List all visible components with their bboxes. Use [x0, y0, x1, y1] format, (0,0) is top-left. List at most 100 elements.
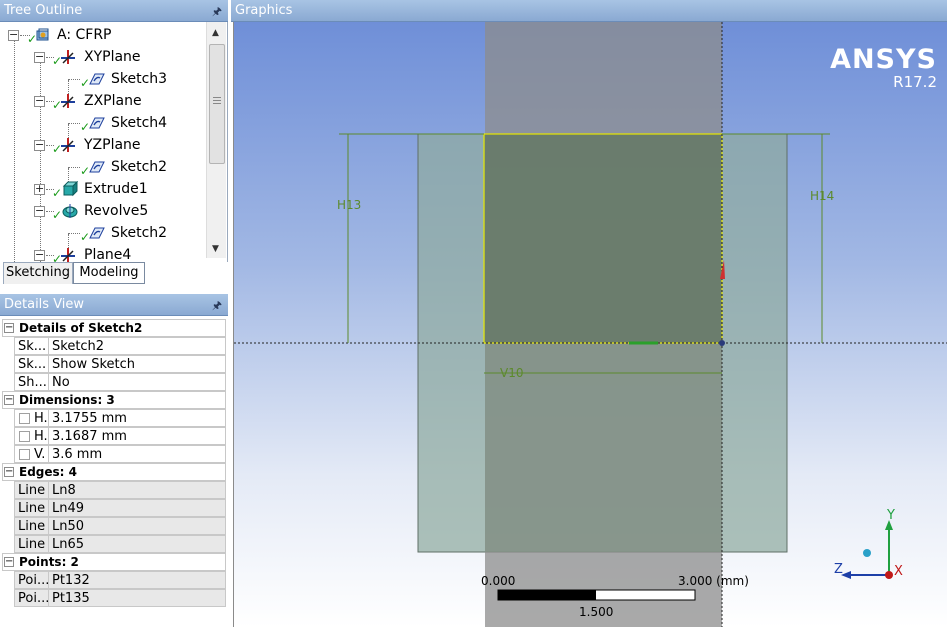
- property-value: Ln8: [48, 481, 226, 499]
- property-name: V.: [14, 445, 49, 463]
- model-geometry[interactable]: [234, 22, 947, 627]
- isometric-view-ball[interactable]: [863, 549, 871, 557]
- details-row[interactable]: Line Ln49: [2, 499, 226, 517]
- tree-item-sketch4[interactable]: ✓ Sketch4: [0, 112, 206, 134]
- tree-item-label: Sketch2: [111, 159, 168, 175]
- details-row[interactable]: H. 3.1755 mm: [2, 409, 226, 427]
- collapse-icon[interactable]: −: [34, 95, 45, 107]
- tab-modeling[interactable]: Modeling: [73, 262, 145, 284]
- tree-item-model[interactable]: − ✓ A: CFRP: [0, 24, 206, 46]
- details-group-header[interactable]: − Details of Sketch2: [2, 319, 226, 337]
- tree-item-sketch2[interactable]: ✓ Sketch2: [0, 156, 206, 178]
- sketch-rectangle[interactable]: [483, 133, 723, 344]
- property-name: H.: [14, 427, 49, 445]
- property-name: H.: [14, 409, 49, 427]
- tree-item-label: Sketch2: [111, 225, 168, 241]
- collapse-icon[interactable]: −: [8, 29, 19, 41]
- triad-x-axis[interactable]: [885, 571, 893, 579]
- tree-item-extrude1[interactable]: + ✓ Extrude1: [0, 178, 206, 200]
- property-value[interactable]: Show Sketch: [48, 355, 226, 373]
- tab-sketching[interactable]: Sketching: [3, 262, 73, 284]
- collapse-icon[interactable]: −: [4, 467, 14, 477]
- details-group-header[interactable]: − Points: 2: [2, 553, 226, 571]
- parameter-checkbox[interactable]: [19, 449, 30, 460]
- extrude-icon: [62, 181, 78, 197]
- property-value[interactable]: Sketch2: [48, 337, 226, 355]
- details-view-title: Details View: [4, 297, 85, 312]
- collapse-icon[interactable]: −: [4, 395, 14, 405]
- plane-icon: [61, 94, 75, 108]
- tree-item-label: XYPlane: [84, 49, 141, 65]
- scroll-down-icon[interactable]: ▼: [212, 244, 219, 254]
- details-row[interactable]: Poi... Pt135: [2, 589, 226, 607]
- triad-x-label: X: [894, 564, 903, 579]
- expand-icon[interactable]: +: [34, 183, 45, 195]
- details-group-header[interactable]: − Edges: 4: [2, 463, 226, 481]
- dimension-h14-label[interactable]: H14: [810, 189, 834, 203]
- scale-min-label: 0.000: [481, 574, 516, 588]
- sketch-icon: [89, 161, 105, 173]
- sketch-point[interactable]: [719, 340, 725, 346]
- sketch-icon: [89, 227, 105, 239]
- tree-item-plane4[interactable]: − ✓ Plane4: [0, 244, 206, 262]
- property-name: Sh...: [14, 373, 49, 391]
- property-name: Sk...: [14, 337, 49, 355]
- property-value: Ln65: [48, 535, 226, 553]
- tree-item-zxplane[interactable]: − ✓ ZXPlane: [0, 90, 206, 112]
- graphics-title: Graphics: [235, 3, 293, 18]
- details-row[interactable]: Line Ln8: [2, 481, 226, 499]
- dimension-v10-label[interactable]: V10: [500, 366, 523, 380]
- plane-icon: [61, 50, 75, 64]
- tree-item-label: YZPlane: [84, 137, 141, 153]
- graphics-viewport[interactable]: ANSYS R17.2 H13 H14 V10 0.000 3.000 (mm)…: [233, 22, 947, 627]
- collapse-icon[interactable]: −: [34, 139, 45, 151]
- scroll-up-icon[interactable]: ▲: [212, 28, 219, 38]
- property-value: Ln49: [48, 499, 226, 517]
- parameter-checkbox[interactable]: [19, 413, 30, 424]
- pin-icon[interactable]: 🖈: [212, 3, 222, 22]
- parameter-checkbox[interactable]: [19, 431, 30, 442]
- tree-item-revolve5[interactable]: − ✓ Revolve5: [0, 200, 206, 222]
- collapse-icon[interactable]: −: [4, 557, 14, 567]
- details-row[interactable]: Line Ln50: [2, 517, 226, 535]
- property-value[interactable]: 3.1687 mm: [48, 427, 226, 445]
- tree-item-label: Sketch4: [111, 115, 168, 131]
- tree-item-label: Plane4: [84, 247, 132, 262]
- model-icon: [36, 28, 49, 41]
- scroll-thumb[interactable]: [209, 44, 225, 164]
- details-row[interactable]: Sk... Sketch2: [2, 337, 226, 355]
- property-name: Line: [14, 535, 49, 553]
- property-value[interactable]: 3.6 mm: [48, 445, 226, 463]
- collapse-icon[interactable]: −: [34, 51, 45, 63]
- tree-item-sketch2-revolve[interactable]: ✓ Sketch2: [0, 222, 206, 244]
- tree-item-label: ZXPlane: [84, 93, 142, 109]
- tree-outline-header: Tree Outline 🖈: [0, 0, 228, 22]
- tree-item-xyplane[interactable]: − ✓ XYPlane: [0, 46, 206, 68]
- collapse-icon[interactable]: −: [34, 249, 45, 261]
- dimension-h13-label[interactable]: H13: [337, 198, 361, 212]
- collapse-icon[interactable]: −: [4, 323, 14, 333]
- details-row[interactable]: V. 3.6 mm: [2, 445, 226, 463]
- tree-item-yzplane[interactable]: − ✓ YZPlane: [0, 134, 206, 156]
- details-row[interactable]: Poi... Pt132: [2, 571, 226, 589]
- collapse-icon[interactable]: −: [34, 205, 45, 217]
- details-view-header: Details View 🖈: [0, 294, 228, 316]
- details-row[interactable]: Sh... No: [2, 373, 226, 391]
- tree-item-label: Sketch3: [111, 71, 168, 87]
- property-value: Pt135: [48, 589, 226, 607]
- property-value[interactable]: No: [48, 373, 226, 391]
- tree-scrollbar[interactable]: ▲ ▼: [206, 22, 226, 258]
- tree-item-label: Revolve5: [84, 203, 149, 219]
- details-row[interactable]: Sk... Show Sketch: [2, 355, 226, 373]
- pin-icon[interactable]: 🖈: [212, 297, 222, 316]
- tree-item-label: Extrude1: [84, 181, 148, 197]
- details-row[interactable]: Line Ln65: [2, 535, 226, 553]
- scale-max-label: 3.000 (mm): [678, 574, 749, 588]
- property-name: Sk...: [14, 355, 49, 373]
- graphics-header: Graphics: [231, 0, 947, 22]
- property-value[interactable]: 3.1755 mm: [48, 409, 226, 427]
- details-group-header[interactable]: − Dimensions: 3: [2, 391, 226, 409]
- tree-item-sketch3[interactable]: ✓ Sketch3: [0, 68, 206, 90]
- sketch-icon: [89, 117, 105, 129]
- details-row[interactable]: H. 3.1687 mm: [2, 427, 226, 445]
